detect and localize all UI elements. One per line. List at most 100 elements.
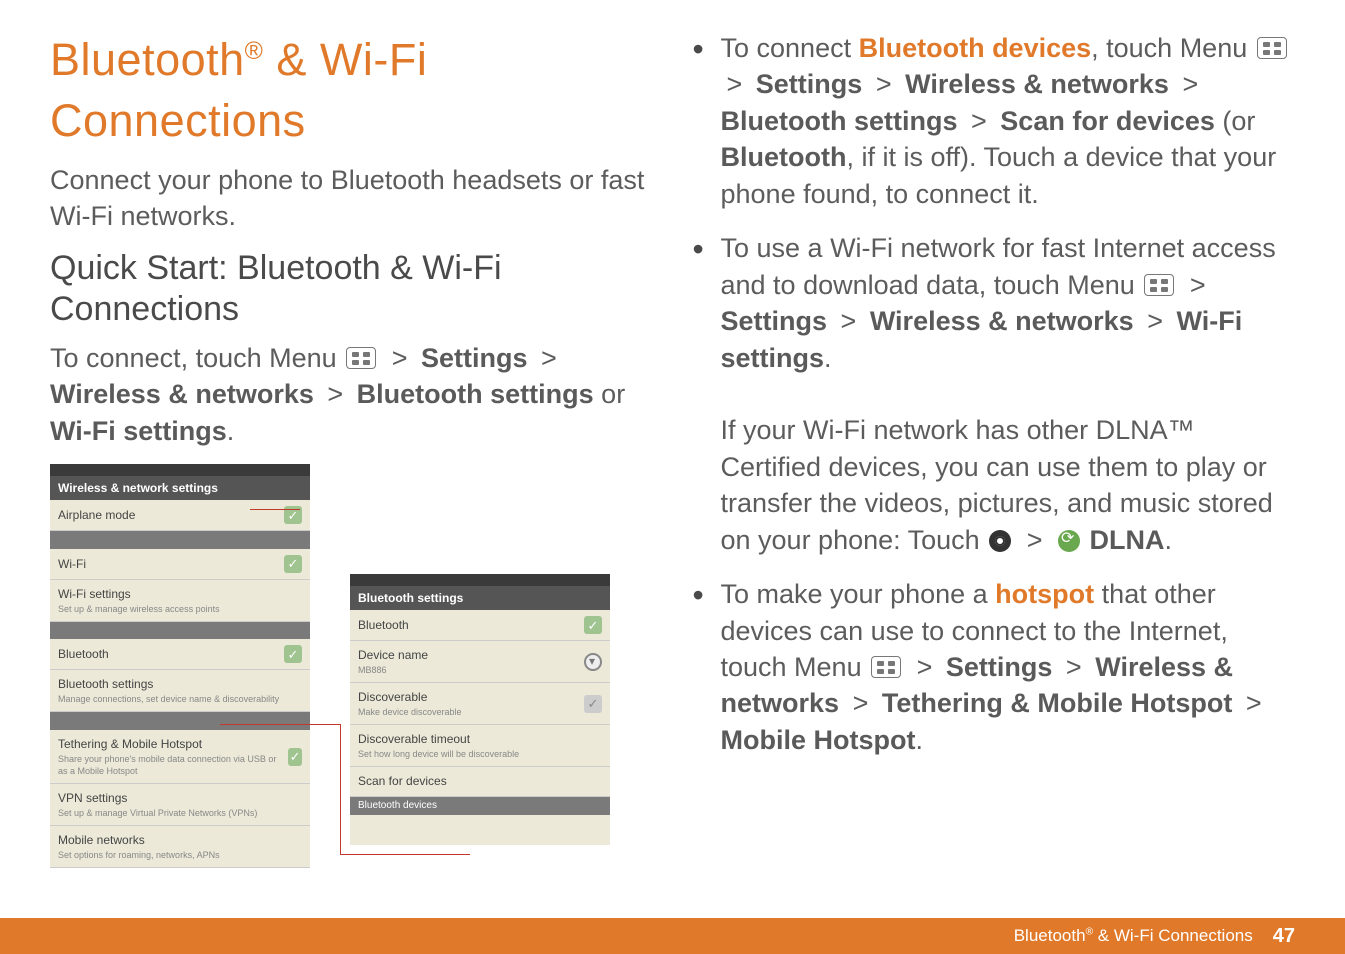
statusbar [50, 464, 310, 476]
callout-leader [340, 724, 341, 854]
footer-b: & Wi-Fi Connections [1093, 926, 1253, 945]
footer-title: Bluetooth® & Wi-Fi Connections [1014, 926, 1253, 946]
bold: Mobile Hotspot [721, 725, 916, 755]
bullet-hotspot: To make your phone a hotspot that other … [693, 576, 1296, 758]
txt-or: or [601, 379, 625, 409]
menu-icon [1257, 37, 1287, 59]
mock-item: Mobile networks Set options for roaming, … [50, 826, 310, 868]
menu-icon [346, 347, 376, 369]
gt: > [1184, 270, 1212, 300]
mock-item: Wi-Fi ✓ [50, 549, 310, 580]
bold: Settings [721, 306, 828, 336]
item-desc: MB886 [358, 664, 428, 676]
right-column: To connect Bluetooth devices, touch Menu… [693, 30, 1296, 890]
gt: > [321, 379, 356, 409]
intro-text: Connect your phone to Bluetooth headsets… [50, 162, 653, 235]
mock-item: Scan for devices [350, 767, 610, 797]
item-desc: Set how long device will be discoverable [358, 748, 519, 760]
item-name: Tethering & Mobile Hotspot [58, 737, 202, 751]
item-name: Airplane mode [58, 508, 135, 522]
item-name: Bluetooth [358, 618, 409, 632]
mock-divider [50, 712, 310, 730]
callout-leader [340, 854, 470, 855]
bold: Wireless & networks [905, 69, 1169, 99]
orange-bt-devices: Bluetooth devices [859, 33, 1092, 63]
callout-leader [220, 724, 340, 725]
mock-item: Bluetooth settings Manage connections, se… [50, 670, 310, 712]
gt: > [911, 652, 946, 682]
item-name: Wi-Fi [58, 557, 86, 571]
bold-settings: Settings [421, 343, 528, 373]
dropdown-icon [584, 653, 602, 671]
statusbar [350, 574, 610, 586]
mock-item: Wi-Fi settingsSet up & manage wireless a… [50, 580, 310, 622]
bold-bt: Bluetooth settings [357, 379, 594, 409]
gt: > [1141, 306, 1176, 336]
dot: . [1165, 525, 1173, 555]
mock-bluetooth-settings: Bluetooth settings Bluetooth ✓ Device na… [350, 574, 610, 844]
mock-item: Device name MB886 [350, 641, 610, 683]
gt: > [965, 106, 1000, 136]
txt: To connect [721, 33, 859, 63]
item-name: Scan for devices [358, 774, 447, 788]
gt: > [835, 306, 870, 336]
dot: . [824, 343, 832, 373]
bullet-bluetooth: To connect Bluetooth devices, touch Menu… [693, 30, 1296, 212]
dot: . [915, 725, 923, 755]
mock2-title: Bluetooth settings [350, 586, 610, 610]
mock-divider [50, 531, 310, 549]
gt: > [721, 69, 756, 99]
registered-mark: ® [1086, 926, 1094, 937]
bold: Scan for devices [1000, 106, 1215, 136]
footer-a: Bluetooth [1014, 926, 1086, 945]
apps-icon [989, 530, 1011, 552]
item-name: Discoverable [358, 690, 427, 704]
bold: Tethering & Mobile Hotspot [882, 688, 1232, 718]
checkbox-icon: ✓ [284, 645, 302, 663]
item-desc: Manage connections, set device name & di… [58, 693, 279, 705]
gt: > [1021, 525, 1056, 555]
item-name: Bluetooth settings [58, 677, 153, 691]
gt: > [870, 69, 905, 99]
mock-item: Airplane mode ✓ [50, 500, 310, 531]
page-footer: Bluetooth® & Wi-Fi Connections 47 [0, 918, 1345, 954]
bullet-list: To connect Bluetooth devices, touch Menu… [693, 30, 1296, 758]
checkbox-icon: ✓ [288, 748, 302, 766]
item-name: VPN settings [58, 791, 127, 805]
callout-leader [250, 509, 300, 510]
page-title: Bluetooth® & Wi-Fi Connections [50, 30, 653, 152]
txt: (or [1222, 106, 1255, 136]
item-name: Bluetooth [58, 647, 109, 661]
item-name: Wi-Fi settings [58, 587, 131, 601]
mock-item: Tethering & Mobile Hotspot Share your pho… [50, 730, 310, 784]
bold: Settings [946, 652, 1053, 682]
mock-subheader: Bluetooth devices [350, 797, 610, 815]
mock-item: Discoverable timeoutSet how long device … [350, 725, 610, 767]
item-desc: Make device discoverable [358, 706, 462, 718]
bold: DLNA [1090, 525, 1165, 555]
mock-item: DiscoverableMake device discoverable ✓ [350, 683, 610, 725]
mock-item: Bluetooth ✓ [350, 610, 610, 641]
bold: Bluetooth [721, 142, 847, 172]
mock-item: Bluetooth ✓ [50, 639, 310, 670]
item-desc: Set options for roaming, networks, APNs [58, 849, 220, 861]
left-instruction: To connect, touch Menu > Settings > Wire… [50, 340, 653, 449]
menu-icon [871, 656, 901, 678]
item-desc: Share your phone's mobile data connectio… [58, 753, 288, 777]
mock-divider [50, 622, 310, 640]
title-part-a: Bluetooth [50, 34, 245, 85]
section-subtitle: Quick Start: Bluetooth & Wi-Fi Connectio… [50, 248, 653, 330]
checkbox-icon: ✓ [584, 616, 602, 634]
item-desc: Set up & manage Virtual Private Networks… [58, 807, 257, 819]
gt: > [535, 343, 563, 373]
item-name: Mobile networks [58, 833, 145, 847]
gt: > [1176, 69, 1204, 99]
bullet-wifi: To use a Wi-Fi network for fast Internet… [693, 230, 1296, 558]
spacer [350, 815, 610, 845]
txt: , touch Menu [1091, 33, 1255, 63]
gt: > [386, 343, 421, 373]
dot: . [227, 416, 235, 446]
bold: Settings [756, 69, 863, 99]
orange-hotspot: hotspot [995, 579, 1094, 609]
item-name: Device name [358, 648, 428, 662]
